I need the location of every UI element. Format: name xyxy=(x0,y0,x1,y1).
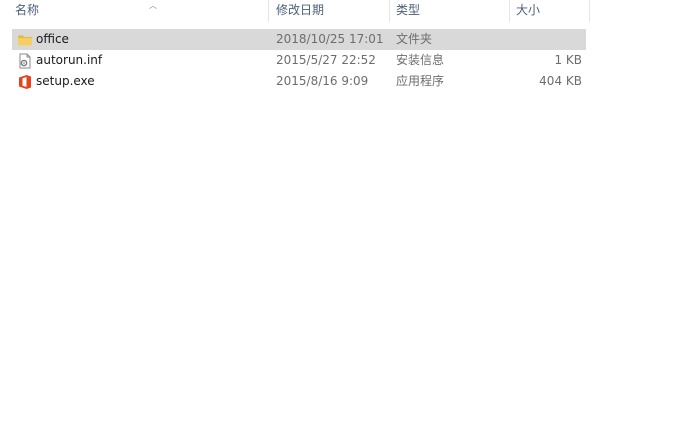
column-header-name-label: 名称 xyxy=(15,3,40,17)
column-header-type-label: 类型 xyxy=(396,3,421,17)
file-name: autorun.inf xyxy=(36,53,103,67)
file-size: 1 KB xyxy=(554,53,582,67)
column-header-size-label: 大小 xyxy=(516,3,541,17)
column-header-date[interactable]: 修改日期 xyxy=(270,0,390,22)
file-date: 2015/5/27 22:52 xyxy=(276,53,376,67)
file-explorer: ︿ 名称 修改日期 类型 大小 office 2018/10/25 17:01 … xyxy=(0,0,686,445)
file-type: 安装信息 xyxy=(396,53,445,67)
folder-icon xyxy=(17,32,33,48)
column-header-size[interactable]: 大小 xyxy=(510,0,590,22)
file-date: 2018/10/25 17:01 xyxy=(276,32,384,46)
column-header-bar: ︿ 名称 修改日期 类型 大小 xyxy=(0,0,592,22)
file-date: 2015/8/16 9:09 xyxy=(276,74,369,88)
file-row-office[interactable]: office 2018/10/25 17:01 文件夹 xyxy=(12,29,586,50)
column-header-name[interactable]: ︿ 名称 xyxy=(9,0,269,22)
office-logo-icon xyxy=(17,74,33,90)
file-type: 文件夹 xyxy=(396,32,433,46)
sort-caret-icon: ︿ xyxy=(149,1,157,10)
column-header-date-label: 修改日期 xyxy=(276,3,325,17)
file-list: office 2018/10/25 17:01 文件夹 autorun.inf … xyxy=(12,29,586,92)
file-name: setup.exe xyxy=(36,74,95,88)
file-size: 404 KB xyxy=(539,74,582,88)
file-row-setup[interactable]: setup.exe 2015/8/16 9:09 应用程序 404 KB xyxy=(12,71,586,92)
file-type: 应用程序 xyxy=(396,74,445,88)
file-name: office xyxy=(36,32,69,46)
file-row-autorun[interactable]: autorun.inf 2015/5/27 22:52 安装信息 1 KB xyxy=(12,50,586,71)
column-header-type[interactable]: 类型 xyxy=(390,0,510,22)
settings-file-icon xyxy=(17,53,33,69)
